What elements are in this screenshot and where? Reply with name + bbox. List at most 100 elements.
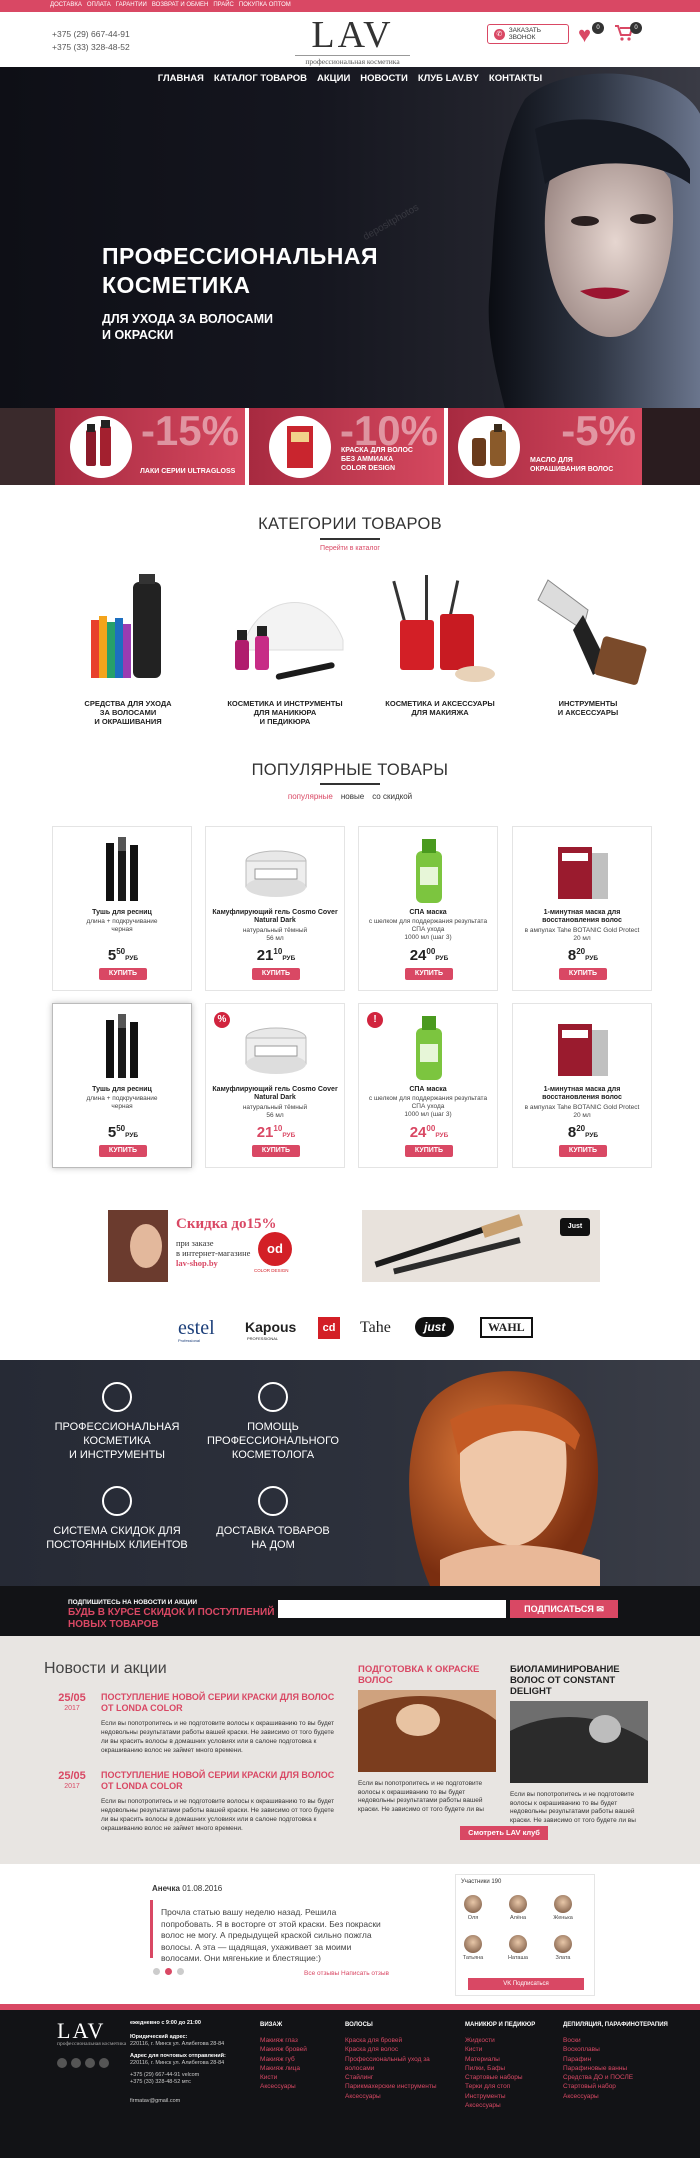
news-headline[interactable]: Поступление новой серии краски для волос… [101,1692,341,1714]
phone-2[interactable]: +375 (33) 328-48-52 [52,41,130,54]
nav-news[interactable]: Новости [360,73,408,84]
phone-1[interactable]: +375 (29) 667-44-91 [52,28,130,41]
review-dot-active[interactable] [165,1968,172,1975]
product-image[interactable] [394,833,464,905]
footer-link[interactable]: Воскоплавы [563,2045,663,2054]
buy-button[interactable]: купить [99,968,147,980]
product-image[interactable] [241,833,311,905]
vk-avatar[interactable] [554,1935,572,1953]
brand-just[interactable]: just [415,1317,455,1337]
category-tools[interactable]: Инструменты и аксессуары [518,570,658,717]
ad-banner-just[interactable]: Just [362,1210,600,1282]
footer-phone-2[interactable]: +375 (33) 328-48-52 мтс [130,2079,245,2086]
product-image[interactable] [548,1010,618,1082]
footer-link[interactable]: Аксессуары [563,2092,663,2101]
product-name[interactable]: Камуфлирующий гель Cosmo Cover Natural D… [210,1086,340,1102]
buy-button[interactable]: купить [405,1145,453,1157]
top-link-price[interactable]: Прайс [213,2,234,8]
buy-button[interactable]: купить [252,1145,300,1157]
footer-link[interactable]: Краска для волос [345,2045,455,2054]
product-name[interactable]: СПА маска [363,1086,493,1094]
review-dot[interactable] [177,1968,184,1975]
lav-club-button[interactable]: Смотреть LAV клуб [460,1826,548,1840]
news-card-headline[interactable]: Подготовка к окраске волос [358,1664,496,1686]
subscribe-button[interactable]: Подписаться ✉ [510,1600,618,1618]
vk-avatar[interactable] [464,1935,482,1953]
brand-kapous[interactable]: Kapous [245,1319,296,1335]
footer-link[interactable]: Парафиновые ванны [563,2064,663,2073]
vk-subscribe-button[interactable]: VK Подписаться [468,1978,584,1990]
odnoklassniki-social-icon[interactable] [99,2058,109,2068]
footer-link[interactable]: Профессиональный уход за волосами [345,2055,455,2074]
review-dot[interactable] [153,1968,160,1975]
top-link-warranty[interactable]: Гарантии [116,2,147,8]
brand-tahe[interactable]: Tahe [360,1319,391,1337]
footer-link[interactable]: Макияж глаз [260,2036,350,2045]
news-headline[interactable]: Поступление новой серии краски для волос… [101,1770,341,1792]
review-links[interactable]: Все отзывы Написать отзыв [304,1970,389,1977]
footer-link[interactable]: Воски [563,2036,663,2045]
footer-link[interactable]: Стартовые наборы [465,2073,555,2082]
footer-link[interactable]: Кисти [260,2073,350,2082]
footer-link[interactable]: Макияж бровей [260,2045,350,2054]
brand-estel[interactable]: estel [178,1317,215,1340]
product-name[interactable]: СПА маска [363,909,493,917]
instagram-social-icon[interactable] [85,2058,95,2068]
footer-link[interactable]: Жидкости [465,2036,555,2045]
footer-link[interactable]: Макияж губ [260,2055,350,2064]
subscribe-email-input[interactable] [278,1600,506,1618]
promo-banner-color-design[interactable]: -10% Краска для волос без аммиака COLOR … [249,408,444,485]
footer-link[interactable]: Кисти [465,2045,555,2054]
top-link-delivery[interactable]: Доставка [50,2,82,8]
vk-avatar[interactable] [509,1935,527,1953]
product-card[interactable]: 1-минутная маска для восстановления воло… [512,826,652,991]
footer-link[interactable]: Парафин [563,2055,663,2064]
buy-button[interactable]: купить [99,1145,147,1157]
category-makeup[interactable]: Косметика и аксессуары для макияжа [370,570,510,717]
news-card-headline[interactable]: Биоламинирование волос от CONSTANT DELIG… [510,1664,648,1697]
footer-link[interactable]: Терки для стоп [465,2082,555,2091]
vk-avatar[interactable] [464,1895,482,1913]
footer-link[interactable]: Аксессуары [465,2101,555,2110]
footer-link[interactable]: Средства ДО и ПОСЛЕ [563,2073,663,2082]
product-image[interactable] [548,833,618,905]
category-manicure[interactable]: Косметика и инструменты для маникюра и п… [215,570,355,726]
product-image[interactable] [88,833,158,905]
footer-link[interactable]: Стартовый набор [563,2082,663,2091]
product-image[interactable] [88,1010,158,1082]
product-name[interactable]: Камуфлирующий гель Cosmo Cover Natural D… [210,909,340,925]
vk-avatar[interactable] [509,1895,527,1913]
product-image[interactable] [394,1010,464,1082]
footer-link[interactable]: Инструменты [465,2092,555,2101]
brand-cd[interactable]: cd [318,1317,340,1339]
footer-link[interactable]: Аксессуары [260,2082,350,2091]
product-card[interactable]: ! СПА маска с шелком для поддержания резул… [358,1003,498,1168]
product-card[interactable]: Тушь для ресниц длина + подкручивание черн… [52,826,192,991]
product-name[interactable]: 1-минутная маска для восстановления воло… [517,909,647,925]
buy-button[interactable]: купить [559,968,607,980]
category-hair[interactable]: Средства для ухода за волосами и окрашив… [58,570,198,726]
product-card[interactable]: 1-минутная маска для восстановления воло… [512,1003,652,1168]
top-link-wholesale[interactable]: Покупка оптом [239,2,291,8]
brand-wahl[interactable]: WAHL [480,1317,533,1338]
footer-link[interactable]: Макияж лица [260,2064,350,2073]
footer-link[interactable]: Пилки, Бафы [465,2064,555,2073]
order-call-button[interactable]: ✆ Заказать звонок [487,24,569,44]
vk-social-icon[interactable] [57,2058,67,2068]
tab-discount[interactable]: со скидкой [372,792,412,801]
nav-catalog[interactable]: Каталог товаров [214,73,307,84]
footer-link[interactable]: Парикмахерские инструменты [345,2082,455,2091]
facebook-social-icon[interactable] [71,2058,81,2068]
catalog-link[interactable]: Перейти в каталог [0,545,700,552]
footer-link[interactable]: Материалы [465,2055,555,2064]
nav-home[interactable]: Главная [158,73,204,84]
buy-button[interactable]: купить [559,1145,607,1157]
news-card-preparation[interactable]: Подготовка к окраске волос Если вы попот… [358,1664,496,1814]
product-card[interactable]: % Камуфлирующий гель Cosmo Cover Natural … [205,1003,345,1168]
ad-banner-od[interactable]: Скидка до15% при заказе в интернет-магаз… [108,1210,296,1282]
top-link-payment[interactable]: Оплата [87,2,111,8]
buy-button[interactable]: купить [252,968,300,980]
footer-link[interactable]: Аксессуары [345,2092,455,2101]
site-logo[interactable]: LAV профессиональная косметика [295,15,410,66]
nav-sales[interactable]: Акции [317,73,350,84]
